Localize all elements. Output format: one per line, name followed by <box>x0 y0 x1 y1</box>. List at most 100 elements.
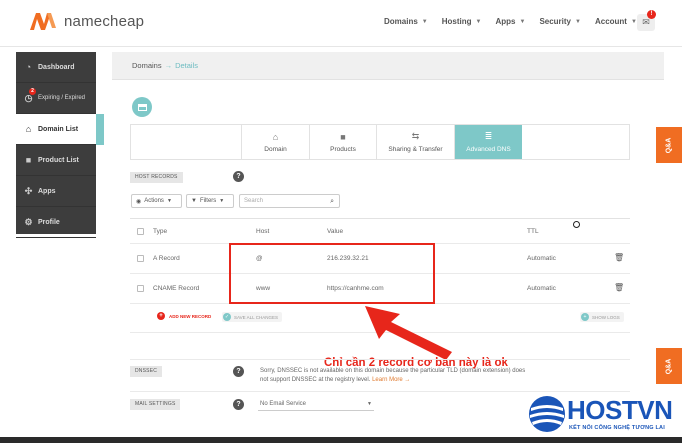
nav-account[interactable]: Account ▼ <box>595 17 637 26</box>
chevron-down-icon: ▼ <box>367 401 372 407</box>
mail-settings-value: No Email Service <box>260 401 307 407</box>
expiring-badge: 2 <box>29 88 36 95</box>
domain-tabs: ⌂ Domain ■ Products ⇆ Sharing & Transfer… <box>130 124 630 160</box>
sidebar-item-apps[interactable]: ✣ Apps <box>16 176 96 207</box>
help-icon[interactable]: ? <box>233 171 244 182</box>
record-ttl[interactable]: Automatic <box>527 255 556 262</box>
select-all-checkbox[interactable] <box>137 228 144 235</box>
breadcrumb-domains[interactable]: Domains <box>132 61 162 70</box>
notification-badge: ! <box>647 10 656 19</box>
sidebar-item-label: Expiring / Expired <box>38 95 86 101</box>
actions-label: Actions <box>144 198 164 204</box>
nav-security-label: Security <box>539 17 572 26</box>
actions-icon: ◉ <box>136 198 142 205</box>
filters-label: Filters <box>199 198 217 204</box>
server-icon: ≣ <box>484 131 493 141</box>
column-type: Type <box>153 228 168 235</box>
tab-label: Sharing & Transfer <box>388 146 443 153</box>
domain-details-icon <box>132 97 152 117</box>
qa-tab-label: Q&A <box>665 358 673 374</box>
sidebar-item-domain-list[interactable]: ⌂ Domain List <box>16 114 104 145</box>
save-all-changes-button[interactable]: ✓ SAVE ALL CHANGES <box>222 312 283 322</box>
hostvn-logo-icon <box>529 396 565 432</box>
sidebar-item-label: Domain List <box>38 125 79 133</box>
nav-apps-label: Apps <box>495 17 516 26</box>
tab-domain[interactable]: ⌂ Domain <box>241 125 309 159</box>
breadcrumb-bar: Domains → Details <box>112 52 664 80</box>
hostvn-name: HOSTVN <box>567 395 673 425</box>
nav-security[interactable]: Security ▼ <box>539 17 581 26</box>
dnssec-message: Sorry, DNSSEC is not available on this d… <box>260 367 550 385</box>
hostvn-watermark: HOSTVN KẾT NỐI CÔNG NGHỆ TƯƠNG LAI <box>527 392 682 440</box>
sidebar-item-label: Dashboard <box>38 63 75 71</box>
cube-icon: ■ <box>25 155 32 165</box>
dashboard-icon: ◔ <box>25 62 32 72</box>
brand-name: namecheap <box>64 12 145 30</box>
record-type: CNAME Record <box>153 285 200 292</box>
column-value: Value <box>327 228 344 235</box>
search-placeholder: Search <box>244 198 264 204</box>
gear-icon: ⚙ <box>24 216 33 227</box>
chevron-down-icon: ▼ <box>421 18 428 25</box>
nav-hosting-label: Hosting <box>441 17 472 26</box>
nav-apps[interactable]: Apps ▼ <box>495 17 525 26</box>
help-icon[interactable]: ? <box>233 366 244 377</box>
home-icon: ⌂ <box>25 124 32 134</box>
qa-tab-label: Q&A <box>665 137 673 153</box>
sidebar-item-label: Apps <box>38 187 56 195</box>
row-checkbox[interactable] <box>137 285 144 292</box>
logs-icon: + <box>581 313 589 321</box>
breadcrumb-separator: → <box>164 61 173 70</box>
search-input[interactable]: Search ⌕ <box>239 194 340 208</box>
tab-label: Advanced DNS <box>466 146 511 153</box>
show-logs-label: SHOW LOGS <box>592 314 620 320</box>
nav-account-label: Account <box>594 17 627 26</box>
chevron-down-icon: ▼ <box>519 18 526 25</box>
sidebar-item-profile[interactable]: ⚙ Profile <box>16 207 96 238</box>
actions-dropdown[interactable]: ◉ Actions ▼ <box>131 194 182 208</box>
tab-products[interactable]: ■ Products <box>309 125 376 159</box>
record-ttl[interactable]: Automatic <box>527 285 556 292</box>
qa-tab[interactable]: Q&A <box>656 348 682 384</box>
arrow-icon <box>365 306 452 360</box>
top-header: namecheap Domains ▼ Hosting ▼ Apps ▼ Securi… <box>0 0 682 47</box>
dnssec-message-line2: not support DNSSEC at the registry level… <box>260 377 371 383</box>
search-icon[interactable]: ⌕ <box>330 196 334 208</box>
bottom-bar <box>0 437 682 443</box>
sidebar-item-dashboard[interactable]: ◔ Dashboard <box>16 52 96 83</box>
table-header-row: Type Host Value TTL <box>130 219 630 244</box>
plus-icon: + <box>157 312 165 320</box>
trash-icon[interactable]: 🗑 <box>614 253 624 262</box>
column-ttl: TTL <box>527 228 539 235</box>
share-icon: ⇆ <box>411 131 420 141</box>
qa-tab[interactable]: Q&A <box>656 127 682 163</box>
check-icon: ✓ <box>223 313 231 321</box>
host-records-label: HOST RECORDS <box>130 172 183 183</box>
sidebar: ◔ Dashboard ◷ 2 Expiring / Expired ⌂ Dom… <box>16 52 104 238</box>
row-checkbox[interactable] <box>137 255 144 262</box>
tab-sharing-transfer[interactable]: ⇆ Sharing & Transfer <box>376 125 454 159</box>
home-icon: ⌂ <box>272 131 279 142</box>
trash-icon[interactable]: 🗑 <box>614 283 624 292</box>
nav-domains[interactable]: Domains ▼ <box>384 17 428 26</box>
nav-hosting[interactable]: Hosting ▼ <box>442 17 482 26</box>
dnssec-label: DNSSEC <box>130 366 163 377</box>
mail-settings-select[interactable]: No Email Service ▼ <box>258 398 374 411</box>
divider <box>130 359 630 360</box>
tab-advanced-dns[interactable]: ≣ Advanced DNS <box>454 125 522 159</box>
namecheap-logo[interactable]: namecheap <box>28 10 144 32</box>
mouse-cursor <box>573 221 580 228</box>
sidebar-item-product-list[interactable]: ■ Product List <box>16 145 96 176</box>
highlight-box <box>229 243 435 304</box>
mail-settings-label: MAIL SETTINGS <box>130 399 181 410</box>
add-new-record-button[interactable]: + ADD NEW RECORD <box>157 312 211 320</box>
namecheap-logo-icon <box>30 13 56 30</box>
learn-more-link[interactable]: Learn More → <box>372 377 410 383</box>
nav-domains-label: Domains <box>384 17 418 26</box>
sidebar-item-expiring[interactable]: ◷ 2 Expiring / Expired <box>16 83 96 114</box>
top-nav: Domains ▼ Hosting ▼ Apps ▼ Security ▼ Accoun… <box>384 17 651 26</box>
show-logs-button[interactable]: + SHOW LOGS <box>580 312 624 322</box>
filters-dropdown[interactable]: ▼ Filters ▼ <box>186 194 234 208</box>
help-icon[interactable]: ? <box>233 399 244 410</box>
record-type: A Record <box>153 255 180 262</box>
